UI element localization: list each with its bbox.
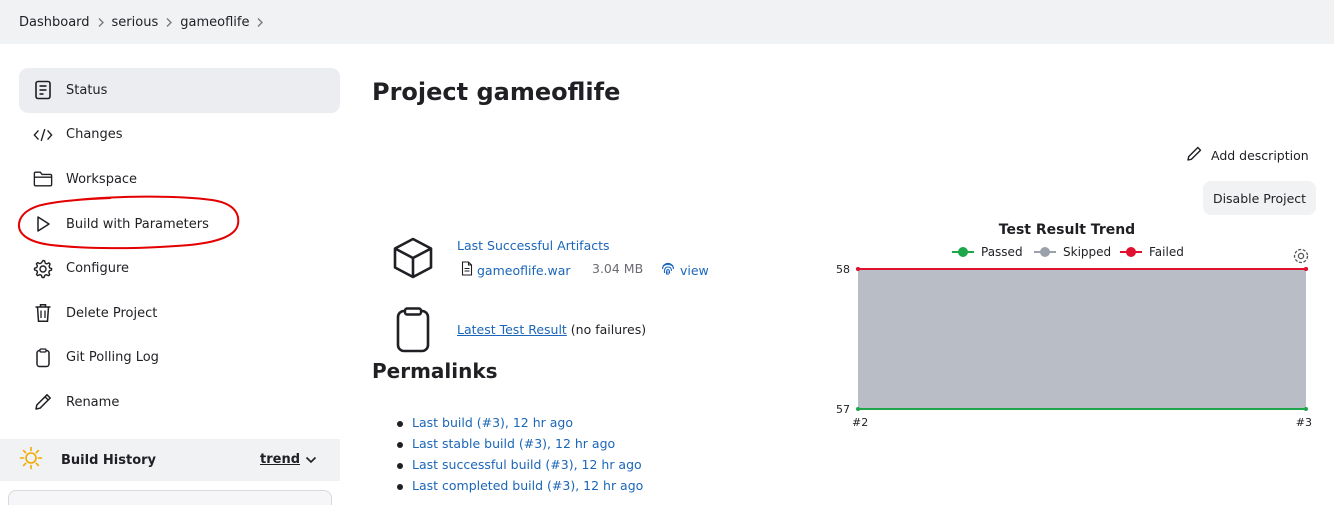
- play-icon: [33, 214, 53, 234]
- code-icon: [33, 125, 53, 145]
- artifact-row: gameoflife.war 3.04 MB view: [461, 261, 709, 279]
- x-tick-label: #3: [1296, 416, 1312, 429]
- sidebar-item-changes[interactable]: Changes: [19, 113, 340, 158]
- chart-title: Test Result Trend: [999, 222, 1135, 238]
- sidebar-item-workspace[interactable]: Workspace: [19, 157, 340, 202]
- point-failed-0: [856, 267, 860, 271]
- permalinks-list: Last build (#3), 12 hr ago Last stable b…: [396, 415, 643, 499]
- sidebar-item-label: Configure: [66, 261, 130, 277]
- x-tick-label: #2: [852, 416, 868, 429]
- permalink-last-stable-build[interactable]: Last stable build (#3), 12 hr ago: [412, 436, 615, 451]
- chevron-down-icon[interactable]: [304, 453, 318, 471]
- add-description-link[interactable]: Add description: [1186, 145, 1309, 165]
- gear-icon: [33, 259, 53, 279]
- breadcrumb: Dashboard serious gameoflife: [0, 0, 1334, 44]
- permalink-last-build[interactable]: Last build (#3), 12 hr ago: [412, 415, 573, 430]
- sidebar-item-label: Git Polling Log: [66, 350, 159, 366]
- sidebar-item-label: Changes: [66, 127, 123, 143]
- legend-label-skipped: Skipped: [1063, 245, 1111, 259]
- clipboard-icon: [33, 348, 53, 368]
- pencil-icon: [33, 392, 53, 412]
- area-skipped: [858, 269, 1306, 409]
- chart-settings-gear-icon[interactable]: [1293, 248, 1309, 264]
- sidebar-item-status[interactable]: Status: [19, 68, 340, 113]
- sidebar-item-git-polling-log[interactable]: Git Polling Log: [19, 336, 340, 381]
- legend-marker-passed: [958, 247, 968, 257]
- legend-label-failed: Failed: [1149, 245, 1184, 259]
- sidebar-item-label: Status: [66, 82, 108, 98]
- permalinks-title: Permalinks: [372, 359, 498, 383]
- chevron-right-icon: [90, 15, 112, 30]
- list-item: Last completed build (#3), 12 hr ago: [396, 478, 643, 499]
- build-history-search-input[interactable]: [8, 490, 332, 505]
- y-tick-label: 57: [836, 403, 850, 416]
- clipboard-icon: [393, 307, 433, 357]
- build-history-title: Build History: [61, 452, 157, 468]
- document-icon: [33, 80, 53, 100]
- file-icon: [461, 261, 473, 279]
- last-successful-artifacts-link[interactable]: Last Successful Artifacts: [457, 238, 610, 253]
- sun-icon: [19, 446, 43, 474]
- add-description-label: Add description: [1211, 147, 1309, 163]
- test-result-trend-chart: Test Result Trend Passed Skipped Failed 57 58…: [836, 222, 1312, 429]
- trash-icon: [33, 303, 53, 323]
- latest-test-result: Latest Test Result (no failures): [457, 322, 646, 337]
- breadcrumb-serious[interactable]: serious: [112, 15, 159, 30]
- list-item: Last successful build (#3), 12 hr ago: [396, 457, 643, 478]
- sidebar-item-rename[interactable]: Rename: [19, 380, 340, 425]
- artifact-file-size: 3.04 MB: [592, 261, 644, 276]
- artifact-view-label: view: [680, 262, 709, 278]
- permalink-last-completed-build[interactable]: Last completed build (#3), 12 hr ago: [412, 478, 643, 493]
- build-history-header: Build History trend: [0, 439, 340, 481]
- pencil-icon: [1186, 145, 1211, 165]
- legend-marker-failed: [1126, 247, 1136, 257]
- sidebar-item-label: Build with Parameters: [66, 216, 209, 232]
- chevron-right-icon[interactable]: [249, 15, 271, 30]
- list-item: Last build (#3), 12 hr ago: [396, 415, 643, 436]
- artifact-file-link[interactable]: gameoflife.war: [477, 263, 571, 278]
- sidebar-item-delete-project[interactable]: Delete Project: [19, 291, 340, 336]
- sidebar-item-build-with-parameters[interactable]: Build with Parameters: [19, 202, 340, 247]
- trend-link[interactable]: trend: [260, 452, 300, 467]
- test-result-note: (no failures): [566, 322, 647, 337]
- fingerprint-icon: [661, 261, 680, 279]
- chevron-right-icon: [158, 15, 180, 30]
- sidebar-item-configure[interactable]: Configure: [19, 246, 340, 291]
- breadcrumb-gameoflife[interactable]: gameoflife: [180, 15, 249, 30]
- legend-label-passed: Passed: [981, 245, 1023, 259]
- breadcrumb-dashboard[interactable]: Dashboard: [19, 15, 90, 30]
- point-passed-1: [1304, 407, 1308, 411]
- package-icon: [391, 236, 435, 284]
- point-passed-0: [856, 407, 860, 411]
- point-failed-1: [1304, 267, 1308, 271]
- list-item: Last stable build (#3), 12 hr ago: [396, 436, 643, 457]
- legend-marker-skipped: [1040, 247, 1050, 257]
- sidebar-item-label: Delete Project: [66, 305, 158, 321]
- folder-icon: [33, 169, 53, 189]
- latest-test-result-link[interactable]: Latest Test Result: [457, 322, 567, 337]
- permalink-last-successful-build[interactable]: Last successful build (#3), 12 hr ago: [412, 457, 642, 472]
- sidebar-item-label: Workspace: [66, 171, 138, 187]
- disable-project-button[interactable]: Disable Project: [1203, 181, 1316, 215]
- y-tick-label: 58: [836, 263, 850, 276]
- artifact-view-link[interactable]: view: [661, 261, 709, 279]
- page-title: Project gameoflife: [372, 78, 621, 106]
- sidebar-item-label: Rename: [66, 394, 120, 410]
- sidebar: Status Changes Workspace Build with Para…: [19, 68, 340, 425]
